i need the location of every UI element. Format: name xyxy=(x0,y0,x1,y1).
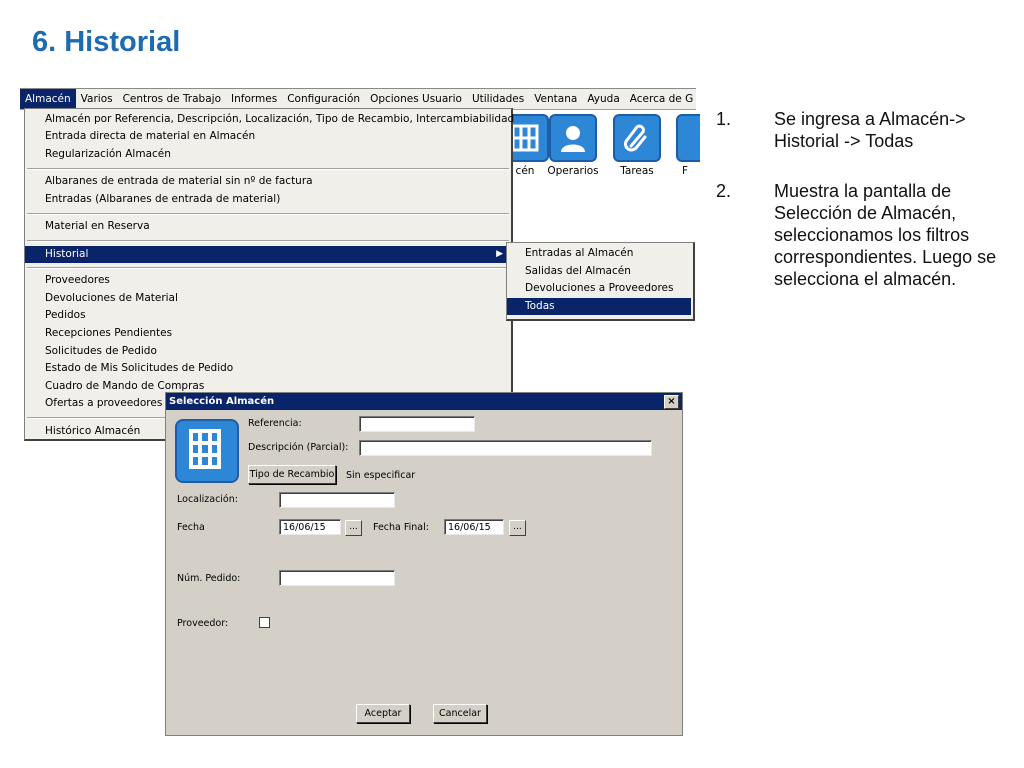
fecha-picker-button[interactable]: ... xyxy=(345,520,362,536)
menu-separator xyxy=(27,240,509,242)
step-number: 1. xyxy=(716,109,732,129)
menu-informes[interactable]: Informes xyxy=(226,89,282,109)
proveedor-label: Proveedor: xyxy=(177,618,229,629)
steps-list: 1. Se ingresa a Almacén-> Historial -> T… xyxy=(716,108,1006,318)
step-text: Se ingresa a Almacén-> Historial -> Toda… xyxy=(774,109,966,151)
submenu-item-salidas[interactable]: Salidas del Almacén xyxy=(507,263,691,280)
menu-item-almacen-por-referencia[interactable]: Almacén por Referencia, Descripción, Loc… xyxy=(25,111,514,128)
num-pedido-input[interactable] xyxy=(279,570,395,586)
descripcion-label: Descripción (Parcial): xyxy=(248,442,349,453)
menu-item-pedidos[interactable]: Pedidos xyxy=(25,307,511,324)
step-item: 2. Muestra la pantalla de Selección de A… xyxy=(716,180,1006,290)
referencia-label: Referencia: xyxy=(248,418,302,429)
toolbar-label: F xyxy=(681,165,689,177)
almacen-icon xyxy=(175,419,239,483)
menu-varios[interactable]: Varios xyxy=(76,89,118,109)
submenu-item-entradas[interactable]: Entradas al Almacén xyxy=(507,245,691,262)
document-icon xyxy=(676,114,700,162)
step-item: 1. Se ingresa a Almacén-> Historial -> T… xyxy=(716,108,1006,152)
menu-ventana[interactable]: Ventana xyxy=(529,89,582,109)
toolbar-label: Operarios xyxy=(547,165,599,177)
submenu-item-devoluciones[interactable]: Devoluciones a Proveedores xyxy=(507,280,691,297)
menu-acerca-de[interactable]: Acerca de G xyxy=(625,89,696,109)
fecha-label: Fecha xyxy=(177,522,205,533)
fecha-input[interactable]: 16/06/15 xyxy=(279,519,341,535)
toolbar-label: cén xyxy=(515,165,535,177)
menu-item-albaranes-sin-factura[interactable]: Albaranes de entrada de material sin nº … xyxy=(25,173,511,190)
menu-item-estado-solicitudes[interactable]: Estado de Mis Solicitudes de Pedido xyxy=(25,360,511,377)
menu-item-entradas-albaranes[interactable]: Entradas (Albaranes de entrada de materi… xyxy=(25,191,511,208)
aceptar-button[interactable]: Aceptar xyxy=(356,704,410,723)
toolbar-button-partial[interactable]: F xyxy=(670,114,700,177)
tipo-recambio-value: Sin especificar xyxy=(346,470,416,481)
tipo-de-recambio-button[interactable]: Tipo de Recambio xyxy=(248,465,336,484)
menu-configuracion[interactable]: Configuración xyxy=(282,89,365,109)
menu-item-historial[interactable]: Historial ▶ xyxy=(25,246,511,263)
localizacion-input[interactable] xyxy=(279,492,395,508)
menu-item-label: Historial xyxy=(45,248,89,260)
close-icon[interactable]: × xyxy=(664,395,679,409)
toolbar-label: Tareas xyxy=(620,165,654,177)
menu-ayuda[interactable]: Ayuda xyxy=(582,89,624,109)
fecha-final-input[interactable]: 16/06/15 xyxy=(444,519,504,535)
num-pedido-label: Núm. Pedido: xyxy=(177,573,241,584)
submenu-arrow-icon: ▶ xyxy=(496,249,503,259)
dialog-title-bar: Selección Almacén × xyxy=(166,393,682,410)
seleccion-almacen-dialog: Selección Almacén × Referencia: Descripc… xyxy=(165,392,683,736)
toolbar-button-tareas[interactable]: Tareas xyxy=(608,114,666,177)
referencia-input[interactable] xyxy=(359,416,475,432)
menu-separator xyxy=(27,267,509,269)
menu-almacen[interactable]: Almacén xyxy=(20,89,76,109)
menu-utilidades[interactable]: Utilidades xyxy=(467,89,529,109)
menu-separator xyxy=(27,213,509,215)
step-number: 2. xyxy=(716,181,732,201)
menu-centros-de-trabajo[interactable]: Centros de Trabajo xyxy=(118,89,226,109)
localizacion-label: Localización: xyxy=(177,494,238,505)
historial-submenu: Entradas al Almacén Salidas del Almacén … xyxy=(506,242,695,321)
menubar: Almacén Varios Centros de Trabajo Inform… xyxy=(20,89,696,110)
toolbar-button-operarios[interactable]: Operarios xyxy=(544,114,602,177)
menu-item-solicitudes-pedido[interactable]: Solicitudes de Pedido xyxy=(25,343,511,360)
proveedor-checkbox[interactable] xyxy=(259,617,270,628)
slide-title: 6. Historial xyxy=(32,26,181,58)
cancelar-button[interactable]: Cancelar xyxy=(433,704,487,723)
descripcion-input[interactable] xyxy=(359,440,652,456)
menu-item-recepciones-pendientes[interactable]: Recepciones Pendientes xyxy=(25,325,511,342)
menu-item-entrada-directa[interactable]: Entrada directa de material en Almacén xyxy=(25,128,511,145)
step-text: Muestra la pantalla de Selección de Alma… xyxy=(774,181,997,289)
fecha-final-picker-button[interactable]: ... xyxy=(509,520,526,536)
dialog-title: Selección Almacén xyxy=(169,396,275,407)
user-icon xyxy=(549,114,597,162)
paperclip-icon xyxy=(613,114,661,162)
submenu-item-todas[interactable]: Todas xyxy=(507,298,691,315)
menu-item-proveedores[interactable]: Proveedores xyxy=(25,272,511,289)
menu-item-regularizacion[interactable]: Regularización Almacén xyxy=(25,146,511,163)
menu-item-devoluciones-material[interactable]: Devoluciones de Material xyxy=(25,290,511,307)
fecha-final-label: Fecha Final: xyxy=(373,522,429,533)
menu-item-material-en-reserva[interactable]: Material en Reserva xyxy=(25,218,511,235)
menu-separator xyxy=(27,168,509,170)
menu-opciones-usuario[interactable]: Opciones Usuario xyxy=(365,89,467,109)
